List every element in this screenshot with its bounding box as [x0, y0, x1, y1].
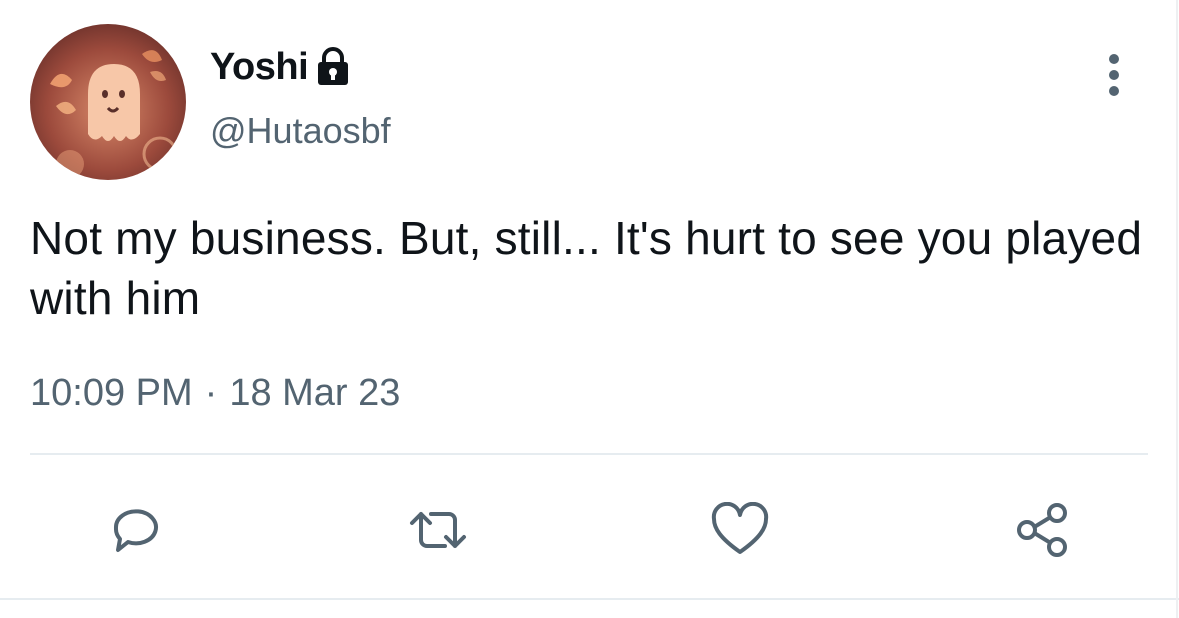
display-name[interactable]: Yoshi — [210, 46, 309, 89]
tweet-meta: 10:09 PM · 18 Mar 23 — [30, 372, 400, 415]
divider — [30, 453, 1148, 455]
divider — [0, 598, 1179, 600]
tweet-card: Yoshi @Hutaosbf Not my business. But, st… — [0, 0, 1179, 618]
action-bar — [0, 490, 1179, 570]
tweet-date[interactable]: 18 Mar 23 — [229, 372, 400, 415]
ghost-avatar-icon — [30, 24, 186, 180]
name-row: Yoshi — [210, 42, 350, 92]
tweet-time[interactable]: 10:09 PM — [30, 372, 193, 415]
more-vertical-icon — [1109, 54, 1119, 96]
share-button[interactable] — [1002, 490, 1082, 570]
avatar[interactable] — [30, 24, 186, 180]
reply-button[interactable] — [96, 490, 176, 570]
heart-icon — [711, 502, 769, 554]
reply-icon — [113, 509, 158, 552]
like-button[interactable] — [700, 490, 780, 570]
tweet-text: Not my business. But, still... It's hurt… — [30, 212, 1143, 324]
lock-icon — [316, 47, 350, 87]
more-options-button[interactable] — [1094, 50, 1134, 100]
meta-separator: · — [204, 372, 218, 414]
retweet-icon — [410, 512, 466, 548]
user-handle[interactable]: @Hutaosbf — [210, 110, 391, 152]
edge-border — [1176, 0, 1178, 618]
retweet-button[interactable] — [398, 490, 478, 570]
share-icon — [1017, 503, 1067, 557]
